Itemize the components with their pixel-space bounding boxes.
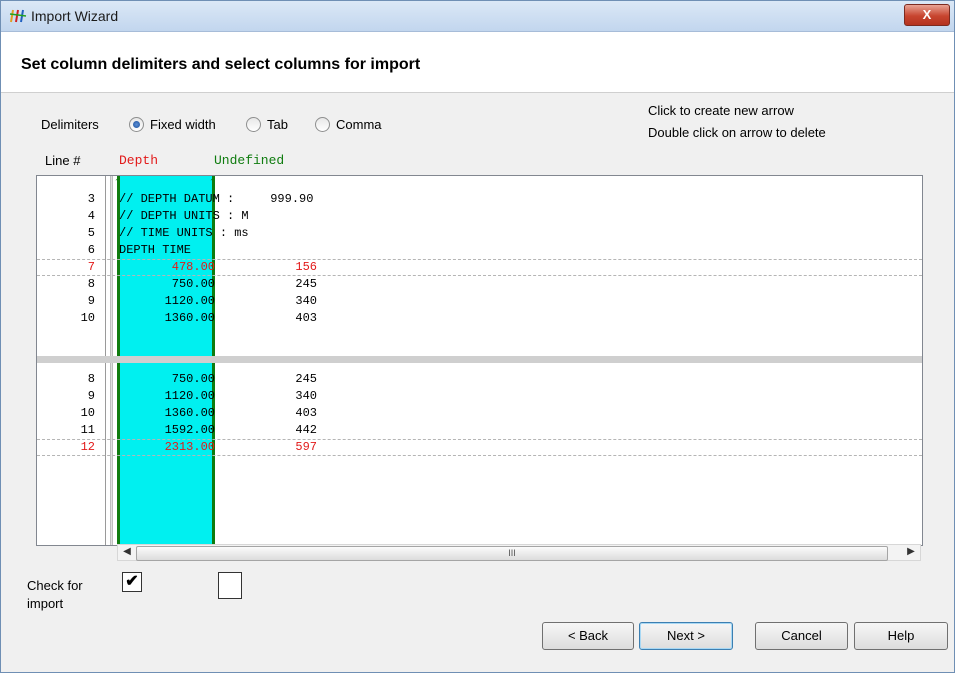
depth-cell: 1120.00 [164,389,215,403]
scroll-left-icon[interactable]: ◀ [120,546,134,557]
time-cell: 245 [295,277,317,291]
line-number-header: Line # [45,153,81,168]
scroll-thumb[interactable]: III [136,546,888,561]
app-icon [9,9,27,23]
check-import-label: Check for [27,578,83,593]
depth-cell: 750.00 [171,372,215,386]
arrow-up-icon: ↑ [114,173,121,189]
line-number: 8 [87,277,95,291]
radio-label: Comma [336,117,382,132]
scroll-right-icon[interactable]: ▶ [904,546,918,557]
wizard-header: Set column delimiters and select columns… [1,32,954,93]
window-title: Import Wizard [31,8,119,24]
hint-delete-arrow: Double click on arrow to delete [648,125,826,140]
back-button[interactable]: < Back [542,622,634,650]
time-cell: 403 [295,406,317,420]
table-row: 3 // DEPTH DATUM : 999.90 [37,192,922,209]
table-row: 6 DEPTH TIME [37,243,922,260]
time-cell: 442 [295,423,317,437]
radio-label: Tab [267,117,288,132]
depth-cell: 1360.00 [164,311,215,325]
horizontal-scrollbar[interactable]: ◀ III ▶ [117,544,921,561]
line-number: 3 [87,192,95,206]
pane-splitter[interactable] [37,356,922,363]
time-cell: 340 [295,389,317,403]
line-number: 9 [87,294,95,308]
time-cell: 403 [295,311,317,325]
radio-unselected-icon [246,117,261,132]
table-row: 11 1592.00 442 [37,423,922,440]
delimiters-label: Delimiters [41,117,99,132]
table-row: 8 750.00 245 [37,372,922,389]
row-divider [37,275,922,276]
line-number: 4 [87,209,95,223]
raw-line-text: // TIME UNITS : ms [119,226,249,240]
raw-line-text: DEPTH TIME [119,243,192,257]
line-number: 12 [80,440,95,454]
help-button[interactable]: Help [854,622,948,650]
depth-cell: 1592.00 [164,423,215,437]
column-header-undefined[interactable]: Undefined [214,153,284,168]
depth-cell: 1120.00 [164,294,215,308]
close-button[interactable]: X [904,4,950,26]
line-number: 11 [80,423,95,437]
time-cell: 597 [295,440,317,454]
radio-fixed-width[interactable]: Fixed width [129,117,216,132]
raw-line-text: // DEPTH UNITS : M [119,209,249,223]
line-number: 8 [87,372,95,386]
table-row: 10 1360.00 403 [37,311,922,328]
title-bar: Import Wizard X [1,1,954,32]
raw-line-text: // DEPTH DATUM : 999.90 [119,192,314,206]
import-checkbox-depth[interactable]: ✔ [122,572,142,592]
radio-selected-icon [129,117,144,132]
row-divider [37,439,922,440]
data-preview-grid[interactable]: ↑ ↑ 3 // DEPTH DATUM : 999.90 4 // DEPTH UN… [36,173,923,546]
next-button[interactable]: Next > [639,622,733,650]
row-divider [37,455,922,456]
depth-cell: 1360.00 [164,406,215,420]
time-cell: 156 [295,260,317,274]
line-number: 9 [87,389,95,403]
line-number: 10 [80,406,95,420]
depth-cell: 2313.00 [164,440,215,454]
hint-create-arrow: Click to create new arrow [648,103,794,118]
check-import-label-2: import [27,596,64,611]
radio-unselected-icon [315,117,330,132]
depth-cell: 478.00 [171,260,215,274]
page-title: Set column delimiters and select columns… [21,56,421,73]
arrow-up-icon: ↑ [209,173,216,189]
radio-tab[interactable]: Tab [246,117,288,132]
import-checkbox-undefined[interactable] [218,572,242,599]
table-row: 5 // TIME UNITS : ms [37,226,922,243]
table-row: 8 750.00 245 [37,277,922,294]
depth-cell: 750.00 [171,277,215,291]
column-header-depth[interactable]: Depth [119,153,158,168]
table-row: 4 // DEPTH UNITS : M [37,209,922,226]
line-number: 5 [87,226,95,240]
table-row: 9 1120.00 340 [37,389,922,406]
cancel-button[interactable]: Cancel [755,622,848,650]
radio-label: Fixed width [150,117,216,132]
table-row: 9 1120.00 340 [37,294,922,311]
time-cell: 340 [295,294,317,308]
import-wizard-window: Import Wizard X Set column delimiters an… [0,0,955,673]
line-number: 6 [87,243,95,257]
table-row: 10 1360.00 403 [37,406,922,423]
row-divider [37,259,922,260]
line-number: 7 [87,260,95,274]
radio-comma[interactable]: Comma [315,117,382,132]
time-cell: 245 [295,372,317,386]
line-number: 10 [80,311,95,325]
